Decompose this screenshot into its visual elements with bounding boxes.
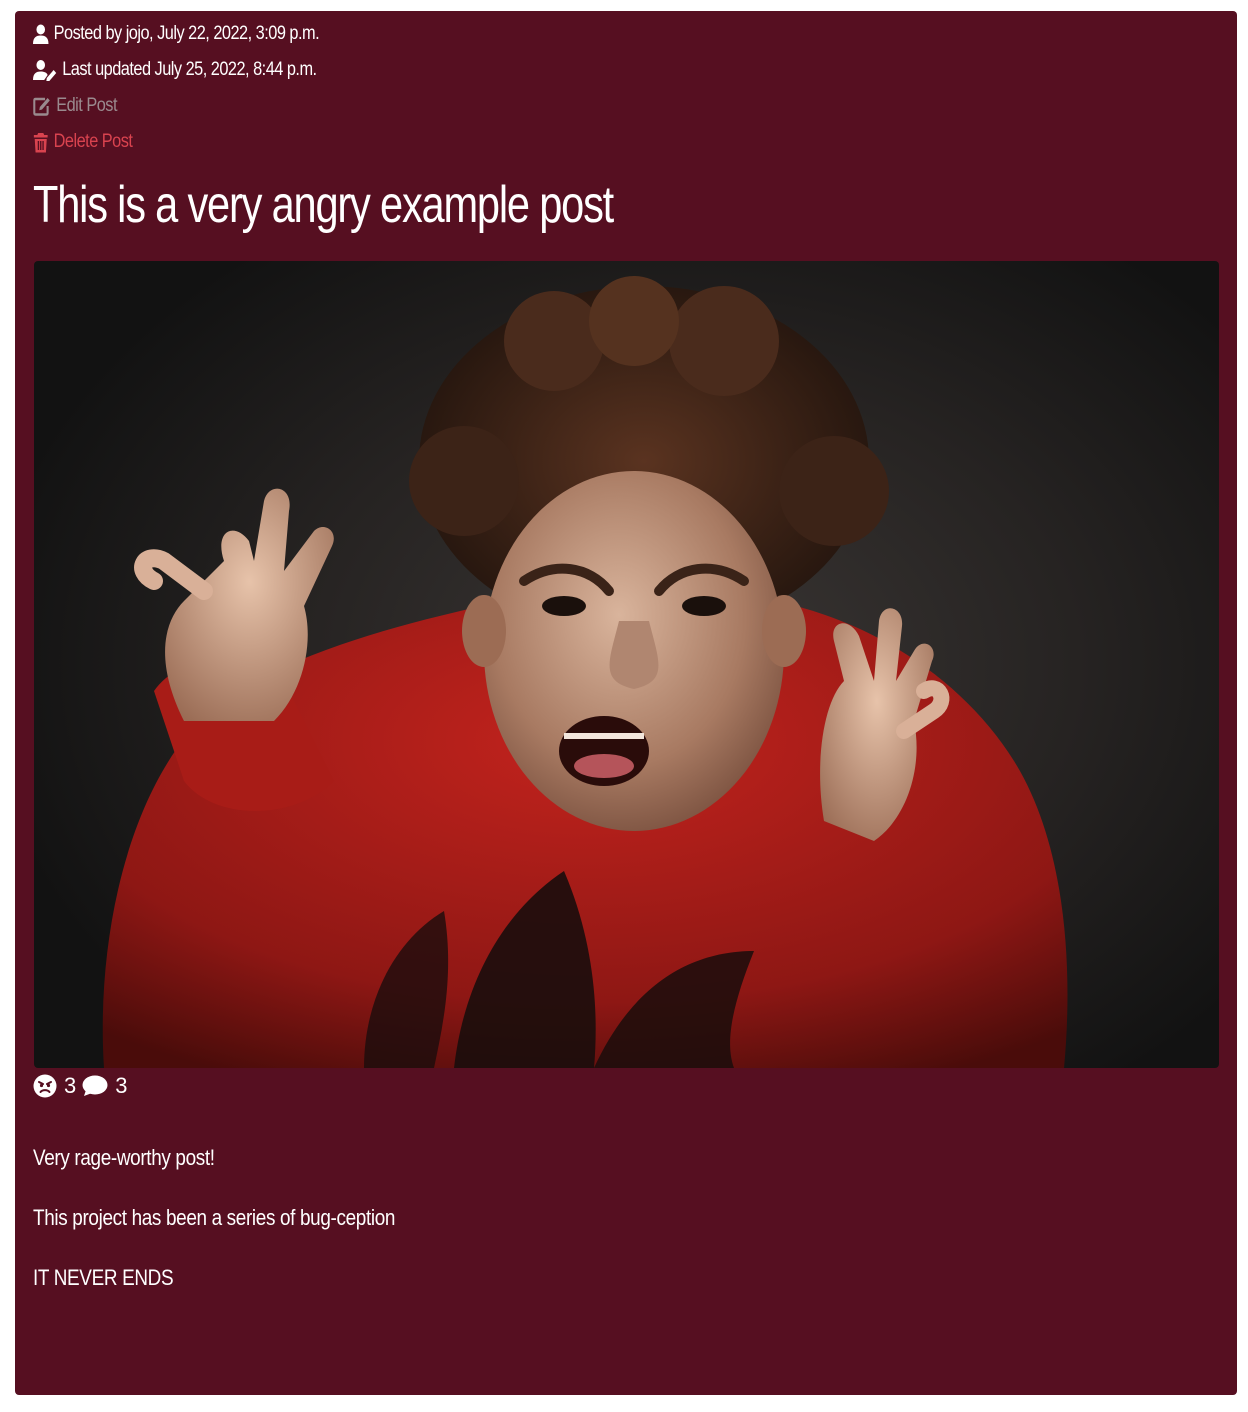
delete-post-link[interactable]: Delete Post (33, 127, 133, 157)
edit-icon (33, 96, 51, 116)
comment-count: 3 (115, 1073, 128, 1098)
post-stats: 3 3 (33, 1073, 134, 1099)
last-updated-meta: Last updated July 25, 2022, 8:44 p.m. (33, 55, 317, 85)
angry-count: 3 (64, 1073, 77, 1098)
comment-icon[interactable] (82, 1075, 108, 1097)
last-updated-text: Last updated July 25, 2022, 8:44 p.m. (62, 59, 317, 80)
edit-post-label: Edit Post (56, 95, 117, 116)
user-icon (33, 24, 49, 44)
delete-post-label: Delete Post (53, 131, 133, 152)
posted-by-meta: Posted by jojo, July 22, 2022, 3:09 p.m. (33, 19, 320, 49)
post-content-line: Very rage-worthy post! (33, 1145, 215, 1170)
post-image (34, 261, 1219, 1068)
post-title: This is a very angry example post (33, 176, 614, 234)
edit-post-link[interactable]: Edit Post (33, 91, 117, 121)
posted-by-text: Posted by jojo, July 22, 2022, 3:09 p.m. (53, 23, 320, 44)
post-card: Posted by jojo, July 22, 2022, 3:09 p.m.… (15, 11, 1237, 1395)
user-pen-icon (33, 59, 57, 81)
angry-face-icon[interactable] (33, 1074, 57, 1098)
post-content-line: IT NEVER ENDS (33, 1265, 174, 1290)
trash-icon (33, 132, 48, 153)
post-content-line: This project has been a series of bug-ce… (33, 1205, 396, 1230)
